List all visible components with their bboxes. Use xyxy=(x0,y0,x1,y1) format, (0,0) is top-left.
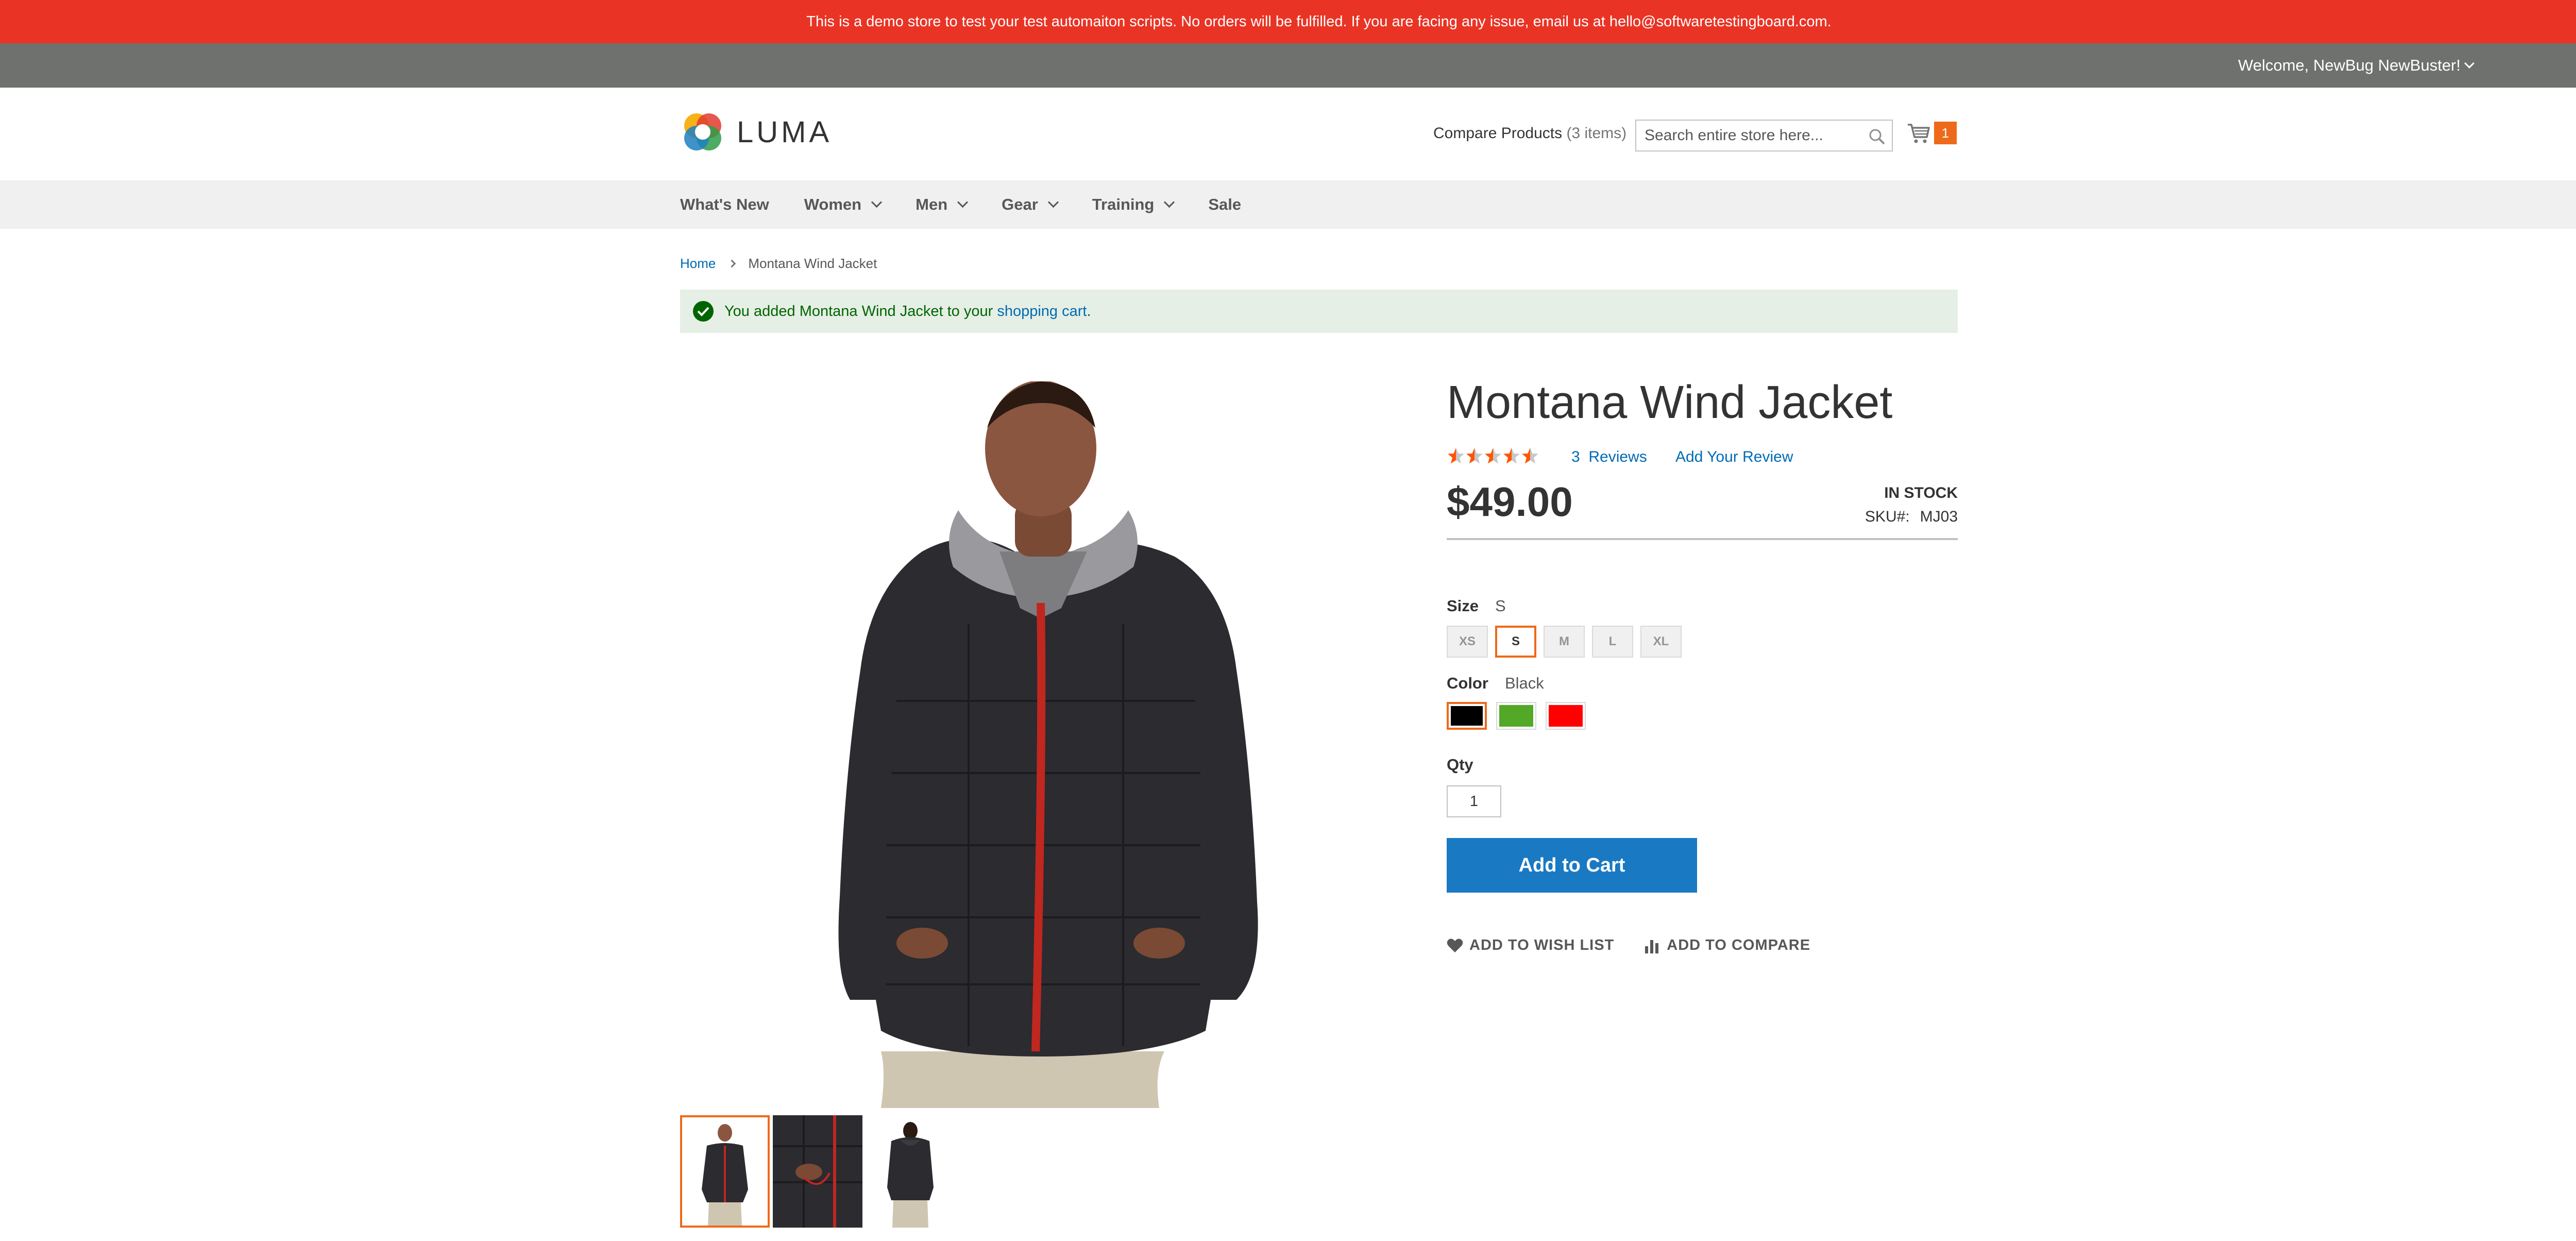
size-selected-value: S xyxy=(1495,597,1506,615)
size-swatch-m[interactable]: M xyxy=(1544,626,1585,658)
chevron-right-icon xyxy=(728,259,736,268)
chevron-down-icon xyxy=(871,196,883,208)
store-logo[interactable]: LUMA xyxy=(680,109,832,155)
color-swatch-fill xyxy=(1549,705,1583,727)
nav-item-sale[interactable]: Sale xyxy=(1208,195,1241,214)
luma-logo-icon xyxy=(684,113,721,150)
compare-products-link[interactable]: Compare Products (3 items) xyxy=(1433,125,1626,142)
chevron-down-icon xyxy=(1164,196,1175,208)
size-swatch-xs[interactable]: XS xyxy=(1447,626,1488,658)
color-selected-value: Black xyxy=(1504,674,1544,692)
size-swatch-l[interactable]: L xyxy=(1592,626,1633,658)
stock-status: IN STOCK xyxy=(1884,484,1958,501)
cart-icon xyxy=(1908,124,1930,143)
search-box xyxy=(1635,120,1893,152)
color-swatch-fill xyxy=(1451,706,1483,726)
product-title: Montana Wind Jacket xyxy=(1447,377,1893,428)
color-swatch-red[interactable] xyxy=(1546,702,1586,730)
customer-welcome-menu[interactable]: Welcome, NewBug NewBuster! xyxy=(2238,43,2475,88)
nav-item-label: Gear xyxy=(1002,195,1038,213)
color-swatches xyxy=(1447,702,1586,730)
thumbnail-back-image xyxy=(866,1115,955,1228)
size-swatch-s[interactable]: S xyxy=(1495,626,1536,658)
sku-value: MJ03 xyxy=(1920,508,1958,525)
product-main-image[interactable] xyxy=(680,381,1412,1108)
thumbnail-pocket-image xyxy=(773,1115,862,1228)
rating-stars xyxy=(1448,448,1538,464)
qty-label: Qty xyxy=(1447,756,1473,774)
cart-count-badge: 1 xyxy=(1934,122,1957,144)
nav-item-label: What's New xyxy=(680,195,769,213)
color-swatch-green[interactable] xyxy=(1496,702,1536,730)
breadcrumb: Home Montana Wind Jacket xyxy=(680,256,877,272)
nav-item-gear[interactable]: Gear xyxy=(1002,195,1059,214)
welcome-message: Welcome, NewBug NewBuster! xyxy=(2238,56,2461,74)
heart-icon xyxy=(1447,938,1463,952)
checkmark-icon xyxy=(693,301,714,322)
product-thumbnails xyxy=(680,1115,955,1228)
color-swatch-fill xyxy=(1499,705,1533,727)
breadcrumb-home-link[interactable]: Home xyxy=(680,256,716,272)
color-option-label: Color Black xyxy=(1447,674,1544,692)
success-message-text: You added Montana Wind Jacket to your sh… xyxy=(724,303,1091,320)
product-thumbnail[interactable] xyxy=(680,1115,770,1228)
add-review-link[interactable]: Add Your Review xyxy=(1675,448,1793,466)
site-header: LUMA Compare Products (3 items) 1 xyxy=(0,88,2576,180)
color-swatch-black[interactable] xyxy=(1447,702,1487,730)
demo-store-notice: This is a demo store to test your test a… xyxy=(806,13,1832,30)
success-message: You added Montana Wind Jacket to your sh… xyxy=(680,290,1958,333)
nav-item-label: Men xyxy=(916,195,948,213)
qty-input[interactable] xyxy=(1447,785,1501,817)
product-price: $49.00 xyxy=(1447,479,1573,525)
product-thumbnail[interactable] xyxy=(773,1115,862,1228)
add-to-wishlist-link[interactable]: ADD TO WISH LIST xyxy=(1447,937,1614,954)
nav-item-label: Women xyxy=(804,195,862,213)
product-thumbnail[interactable] xyxy=(866,1115,955,1228)
size-swatches: XS S M L XL xyxy=(1447,626,1682,658)
chevron-down-icon xyxy=(2464,58,2475,69)
minicart-button[interactable]: 1 xyxy=(1906,121,1957,145)
product-rating xyxy=(1447,446,1539,467)
search-icon[interactable] xyxy=(1868,128,1886,145)
logo-text: LUMA xyxy=(737,115,833,149)
add-to-compare-link[interactable]: ADD TO COMPARE xyxy=(1644,937,1810,954)
panel-header: Welcome, NewBug NewBuster! xyxy=(0,43,2576,88)
product-sku: SKU#: MJ03 xyxy=(1865,508,1958,526)
size-option-label: Size S xyxy=(1447,597,1506,615)
info-divider xyxy=(1447,538,1958,540)
chevron-down-icon xyxy=(957,196,969,208)
size-swatch-xl[interactable]: XL xyxy=(1640,626,1682,658)
bar-chart-icon xyxy=(1645,940,1659,953)
nav-item-label: Sale xyxy=(1208,195,1242,213)
thumbnail-front-image xyxy=(682,1117,768,1226)
demo-store-banner: This is a demo store to test your test a… xyxy=(0,0,2576,43)
nav-item-what-s-new[interactable]: What's New xyxy=(680,195,769,214)
compare-products-count: (3 items) xyxy=(1566,125,1627,142)
search-input[interactable] xyxy=(1636,121,1853,150)
nav-item-women[interactable]: Women xyxy=(804,195,883,214)
breadcrumb-current: Montana Wind Jacket xyxy=(748,256,877,271)
chevron-down-icon xyxy=(1047,196,1059,208)
shopping-cart-link[interactable]: shopping cart xyxy=(997,303,1087,320)
product-social-actions: ADD TO WISH LIST ADD TO COMPARE xyxy=(1447,937,1810,954)
main-navigation: What's New Women Men Gear Training Sale xyxy=(0,180,2576,229)
nav-item-men[interactable]: Men xyxy=(916,195,969,214)
add-to-cart-button[interactable]: Add to Cart xyxy=(1447,838,1697,893)
sku-label: SKU#: xyxy=(1865,508,1910,525)
nav-item-training[interactable]: Training xyxy=(1092,195,1175,214)
nav-item-label: Training xyxy=(1092,195,1155,213)
reviews-link[interactable]: 3 Reviews xyxy=(1571,448,1647,466)
compare-products-label: Compare Products xyxy=(1433,125,1563,142)
